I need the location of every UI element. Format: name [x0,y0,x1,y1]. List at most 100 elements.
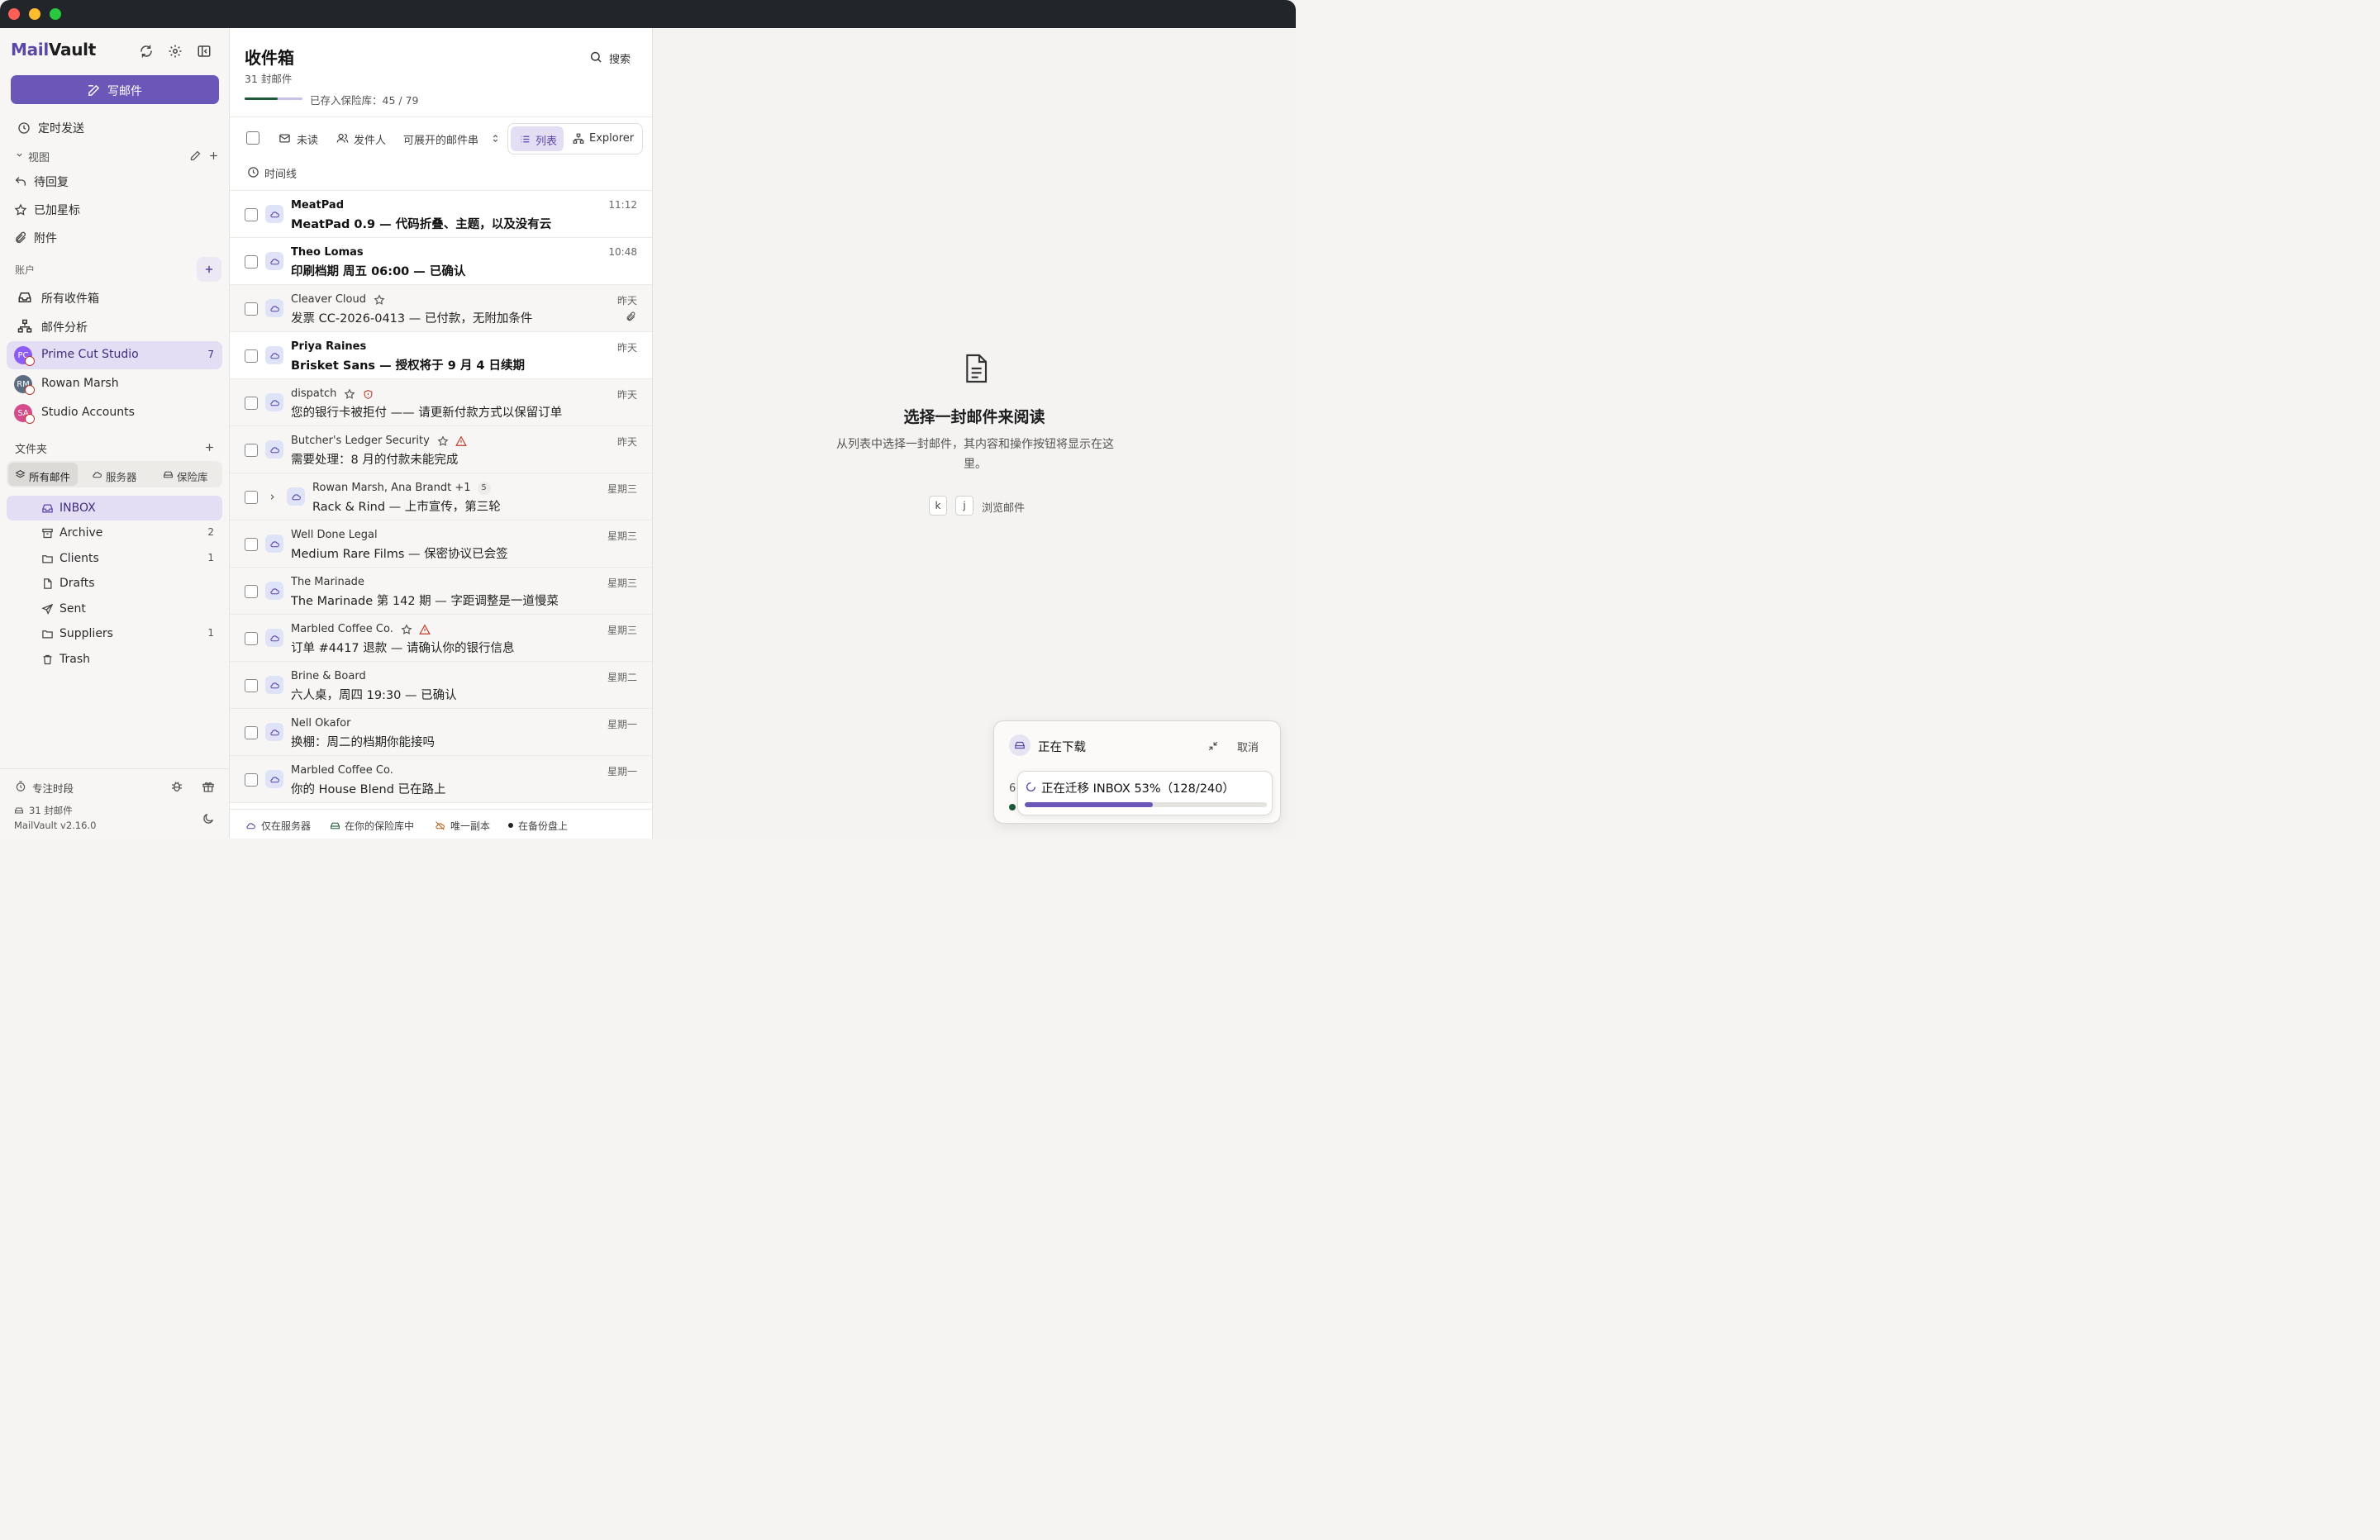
filter-unread-button[interactable]: 未读 [278,129,322,147]
keyboard-hint: 浏览邮件 [982,502,1026,515]
sync-icon[interactable] [137,42,155,60]
cancel-download-button[interactable]: 取消 [1237,739,1259,754]
message-row[interactable]: Priya Raines Brisket Sans — 授权将于 9 月 4 日续… [230,332,652,379]
account-item-studio-accounts[interactable]: SA Studio Accounts [7,399,222,427]
add-account-button[interactable] [197,257,221,282]
sidebar: MailVault 写邮件 定时发送 视图 待回复 已加星标 附件 账户 所有收… [0,28,230,839]
document-icon [962,352,990,385]
message-subject: 发票 CC-2026-0413 — 已付款，无附加条件 [291,312,533,326]
message-checkbox[interactable] [245,208,258,221]
message-time: 昨天 [616,389,637,401]
folder-item-drafts[interactable]: Drafts [7,571,222,596]
message-checkbox[interactable] [245,444,258,457]
thread-count-badge: 5 [477,482,491,495]
message-checkbox[interactable] [245,726,258,739]
star-icon[interactable] [400,623,413,636]
sidebar-item-scheduled[interactable]: 定时发送 [7,113,222,141]
sidebar-item-attachments[interactable]: 附件 [7,223,222,251]
message-row[interactable]: Marbled Coffee Co. 订单 #4417 退款 — 请确认你的银行信… [230,615,652,662]
message-row[interactable]: Butcher's Ledger Security 需要处理：8 月的付款未能完成… [230,426,652,473]
timeline-button[interactable]: 时间线 [246,163,312,181]
message-row[interactable]: dispatch 您的银行卡被拒付 —— 请更新付款方式以保留订单 昨天 [230,379,652,426]
message-row[interactable]: Rowan Marsh, Ana Brandt +1 Rack & Rind — … [230,473,652,520]
gear-icon[interactable] [166,42,184,60]
message-checkbox[interactable] [245,491,258,504]
account-item-rowan-marsh[interactable]: RM Rowan Marsh [7,370,222,398]
mail-count-subtitle: 31 封邮件 [245,73,293,85]
folder-item-archive[interactable]: Archive 2 [7,520,222,545]
edit-views-icon[interactable] [188,148,202,163]
message-subject: 印刷档期 周五 06:00 — 已确认 [291,265,466,278]
sidebar-item-label: 定时发送 [38,122,84,135]
sidebar-item-mail-analysis[interactable]: 邮件分析 [7,312,222,340]
message-checkbox[interactable] [245,679,258,692]
minimize-panel-icon[interactable] [1206,739,1221,753]
sidebar-item-starred[interactable]: 已加星标 [7,195,222,223]
star-icon[interactable] [343,387,356,401]
message-checkbox[interactable] [245,585,258,598]
folder-item-inbox[interactable]: INBOX [7,496,222,520]
message-time: 星期三 [607,530,637,542]
cloud-icon [265,582,283,600]
keycap-k: k [929,496,947,516]
zoom-window-button[interactable] [50,8,61,20]
moon-icon[interactable] [201,811,216,826]
chevron-right-icon[interactable] [266,491,278,502]
tab-server[interactable]: 服务器 [88,463,152,486]
message-checkbox[interactable] [245,302,258,316]
folder-item-clients[interactable]: Clients 1 [7,546,222,571]
layers-icon [14,468,26,480]
message-row[interactable]: Marbled Coffee Co. 你的 House Blend 已在路上 星期一 [230,756,652,803]
folder-item-suppliers[interactable]: Suppliers 1 [7,621,222,646]
gift-icon[interactable] [201,779,216,794]
star-icon[interactable] [436,435,450,448]
focus-session-label: 专注时段 [32,782,74,795]
message-row[interactable]: The Marinade The Marinade 第 142 期 — 字距调整是… [230,568,652,615]
message-checkbox[interactable] [245,255,258,269]
sidebar-item-all-inboxes[interactable]: 所有收件箱 [7,283,222,311]
message-time: 10:48 [608,246,637,258]
folder-item-sent[interactable]: Sent [7,597,222,621]
minimize-window-button[interactable] [29,8,40,20]
search-button[interactable]: 搜索 [582,48,640,66]
filter-sender-button[interactable]: 发件人 [336,129,388,147]
message-row[interactable]: Well Done Legal Medium Rare Films — 保密协议已… [230,520,652,568]
view-list-button[interactable]: 列表 [511,126,564,151]
close-window-button[interactable] [8,8,20,20]
tab-all-mail[interactable]: 所有邮件 [8,463,78,486]
account-item-prime-cut-studio[interactable]: PC Prime Cut Studio 7 [7,341,222,369]
compose-button[interactable]: 写邮件 [11,75,219,104]
message-checkbox[interactable] [245,349,258,363]
add-folder-icon[interactable] [202,440,217,454]
thread-mode-select[interactable]: 可展开的邮件串 [403,129,502,147]
collapse-sidebar-icon[interactable] [195,42,213,60]
compose-label: 写邮件 [107,85,142,98]
sidebar-divider [0,768,229,769]
folder-name: Drafts [60,577,95,590]
bug-icon[interactable] [169,779,184,794]
chevron-down-icon[interactable] [13,149,25,160]
folder-item-trash[interactable]: Trash [7,647,222,672]
add-view-icon[interactable] [206,148,221,163]
star-icon[interactable] [373,293,386,307]
clock-icon [17,121,31,135]
focus-session-button[interactable]: 专注时段 [7,774,106,797]
message-row[interactable]: Theo Lomas 印刷档期 周五 06:00 — 已确认 10:48 [230,238,652,285]
message-row[interactable]: MeatPad MeatPad 0.9 — 代码折叠、主题，以及没有云 11:12 [230,191,652,238]
app-version: MailVault v2.16.0 [14,820,97,831]
message-checkbox[interactable] [245,538,258,551]
tab-vault[interactable]: 保险库 [159,463,221,486]
message-checkbox[interactable] [245,632,258,645]
message-row[interactable]: Brine & Board 六人桌，周四 19:30 — 已确认 星期二 [230,662,652,709]
message-row[interactable]: Nell Okafor 换棚：周二的档期你能接吗 星期一 [230,709,652,756]
select-all-checkbox[interactable] [246,131,259,145]
message-subject: 您的银行卡被拒付 —— 请更新付款方式以保留订单 [291,406,563,420]
message-sender: Brine & Board [291,670,366,682]
message-checkbox[interactable] [245,773,258,787]
message-time: 星期一 [607,719,637,730]
timer-icon [14,780,27,793]
view-explorer-button[interactable]: Explorer [568,126,640,151]
message-checkbox[interactable] [245,397,258,410]
message-row[interactable]: Cleaver Cloud 发票 CC-2026-0413 — 已付款，无附加条件… [230,285,652,332]
sidebar-item-awaiting-reply[interactable]: 待回复 [7,167,222,195]
